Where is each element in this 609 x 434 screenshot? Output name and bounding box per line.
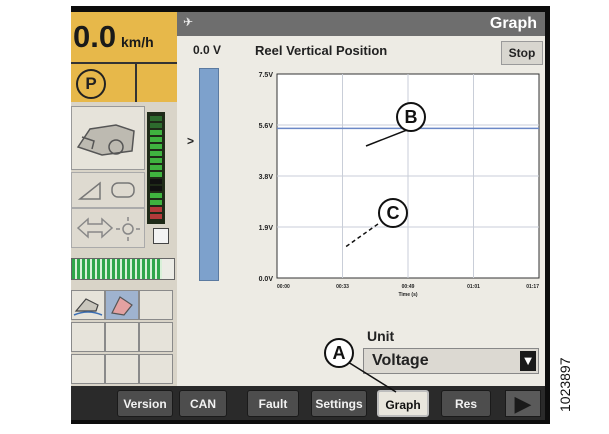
empty-cell[interactable] [139,322,173,352]
stop-button[interactable]: Stop [501,41,543,65]
status-cell [135,64,179,102]
speed-display: 0.0 km/h [71,12,177,62]
callout-c: C [378,198,408,228]
left-status-panel: 0.0 km/h P [71,12,177,386]
tab-settings[interactable]: Settings [311,390,367,417]
header-tilt-icons [71,172,145,208]
next-page-arrow-icon[interactable]: ▶ [505,390,541,417]
tab-version[interactable]: Version [117,390,173,417]
window-title: Graph [489,15,537,32]
chevron-down-icon[interactable]: ▼ [520,351,536,371]
empty-cell[interactable] [139,354,173,384]
voltage-readout: 0.0 V [193,43,222,57]
tab-graph[interactable]: Graph [377,390,429,417]
x-tick-label: 00:49 [402,284,415,290]
empty-cell[interactable] [71,354,105,384]
park-row: P [71,62,177,102]
chevron-right-icon: > [187,134,195,148]
title-bar: ✈ Graph [177,12,545,36]
y-tick-label: 5.6V [259,123,274,130]
callout-a: A [324,338,354,368]
y-tick-label: 1.9V [259,225,274,232]
shortcut-grid [71,290,177,386]
x-tick-label: 01:17 [526,284,539,290]
knife-icon-cell[interactable] [105,290,139,320]
empty-cell[interactable] [105,354,139,384]
x-tick-label: 00:33 [336,284,349,290]
level-indicator [147,112,165,224]
empty-cell[interactable] [139,290,173,320]
display-screen: 0.0 km/h P ✈ Graph 0.0 V Reel Vertical P… [71,12,545,420]
unit-label: Unit [367,328,395,344]
line-chart: 7.5V 5.6V 3.8V 1.9V 0.0V00:00 00:33 00:49 01:01… [259,72,540,298]
reel-icon-cell[interactable] [71,290,105,320]
machine-icon [71,106,145,170]
tab-res[interactable]: Res [441,390,491,417]
empty-cell[interactable] [71,322,105,352]
tab-fault[interactable]: Fault [247,390,299,417]
figure-id: 1023897 [557,357,573,412]
speed-unit: km/h [121,34,154,50]
x-axis-label: Time (s) [398,292,417,298]
unit-selected-value: Voltage [372,352,429,369]
tab-bar: Version CAN Fault Settings Graph Res ▶ [71,386,545,420]
y-tick-label: 7.5V [259,72,274,79]
park-brake-icon: P [76,69,106,99]
callout-b: B [396,102,426,132]
lighting-icons [71,208,145,248]
x-tick-label: 00:00 [277,284,290,290]
unit-dropdown[interactable]: Voltage ▼ [363,348,539,374]
progress-bar [71,258,175,280]
x-tick-label: 01:01 [467,284,480,290]
y-tick-label: 0.0V [259,276,274,283]
fuel-icon [153,228,169,244]
progress-bar-fill [72,259,162,279]
y-tick-label: 3.8V [259,174,274,181]
tab-can[interactable]: CAN [179,390,227,417]
satellite-icon: ✈ [183,15,194,29]
graph-window: ✈ Graph 0.0 V Reel Vertical Position Sto… [177,12,545,386]
speed-value: 0.0 [73,19,117,54]
chart-title: Reel Vertical Position [255,43,388,58]
voltage-level-bar [199,68,219,281]
empty-cell[interactable] [105,322,139,352]
